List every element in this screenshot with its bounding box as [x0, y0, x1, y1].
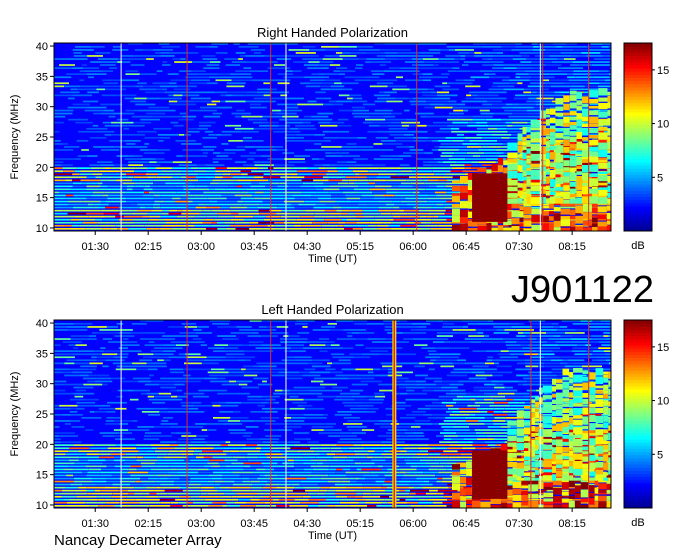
x-tick-label: 03:00 [187, 518, 215, 530]
colorbar-tick-label: 10 [657, 396, 669, 408]
x-tick-label: 06:45 [452, 241, 480, 253]
y-tick-label: 40 [36, 41, 48, 53]
colorbar-tick-label: 15 [657, 342, 669, 354]
y-tick-label: 35 [36, 348, 48, 360]
x-tick-label: 07:30 [505, 241, 533, 253]
heatmap-area [54, 43, 611, 231]
footer-label: Nancay Decameter Array [54, 532, 222, 549]
colorbar-tick-label: 10 [657, 119, 669, 131]
colorbar-unit-label: dB [631, 517, 644, 529]
y-tick-label: 25 [36, 132, 48, 144]
colorbar: 5 10 15 dB [623, 319, 669, 529]
colorbar: 5 10 15 dB [623, 42, 669, 252]
y-tick-label: 10 [36, 223, 48, 235]
y-tick-label: 20 [36, 439, 48, 451]
x-tick-label: 08:15 [558, 241, 586, 253]
x-axis-label: Time (UT) [308, 530, 357, 542]
x-tick-label: 06:00 [399, 518, 427, 530]
x-tick-label: 08:15 [558, 518, 586, 530]
x-tick-label: 03:45 [240, 241, 268, 253]
y-tick-label: 15 [36, 193, 48, 205]
spectrogram-panel-right: Right Handed Polarization 10 15 20 25 30 35 40 F… [9, 25, 669, 265]
x-tick-label: 01:30 [81, 518, 109, 530]
x-tick-label: 03:00 [187, 241, 215, 253]
heatmap-area [54, 320, 611, 508]
y-axis-label: Frequency (MHz) [9, 95, 21, 180]
spectrogram-figure: J901122 Nancay Decameter Array Right Han… [9, 25, 669, 549]
saturated-block [472, 450, 508, 499]
x-tick-label: 01:30 [81, 241, 109, 253]
event-id-label: J901122 [511, 269, 654, 311]
saturated-block [472, 173, 508, 222]
panel-title: Right Handed Polarization [257, 25, 408, 40]
y-tick-label: 30 [36, 102, 48, 114]
colorbar-tick-label: 15 [657, 65, 669, 77]
spectrogram-panel-left: Left Handed Polarization 10 15 20 25 30 35 40 Fr… [9, 302, 669, 542]
colorbar-tick-label: 5 [657, 172, 663, 184]
y-tick-label: 40 [36, 318, 48, 330]
x-axis-label: Time (UT) [308, 253, 357, 265]
colorbar-unit-label: dB [631, 240, 644, 252]
x-tick-label: 02:15 [134, 518, 162, 530]
y-axis-label: Frequency (MHz) [9, 372, 21, 457]
panel-title: Left Handed Polarization [261, 302, 403, 317]
x-tick-label: 07:30 [505, 518, 533, 530]
y-tick-label: 10 [36, 500, 48, 512]
colorbar-tick-label: 5 [657, 449, 663, 461]
x-tick-label: 04:30 [293, 518, 321, 530]
y-tick-label: 20 [36, 162, 48, 174]
x-tick-label: 05:15 [346, 241, 374, 253]
x-tick-label: 03:45 [240, 518, 268, 530]
y-tick-label: 15 [36, 470, 48, 482]
y-tick-label: 35 [36, 71, 48, 83]
y-tick-label: 30 [36, 379, 48, 391]
y-tick-label: 25 [36, 409, 48, 421]
x-tick-label: 05:15 [346, 518, 374, 530]
x-tick-label: 02:15 [134, 241, 162, 253]
x-tick-label: 06:45 [452, 518, 480, 530]
x-tick-label: 04:30 [293, 241, 321, 253]
x-tick-label: 06:00 [399, 241, 427, 253]
